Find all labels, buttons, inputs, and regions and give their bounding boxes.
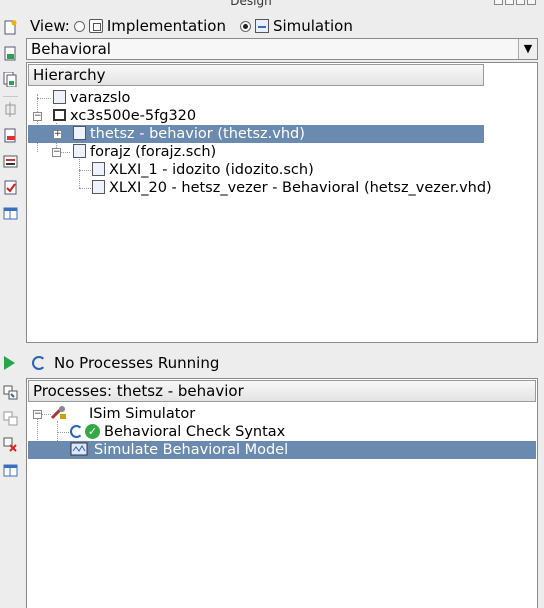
new-source-icon[interactable] xyxy=(3,20,18,35)
collapse-icon[interactable]: − xyxy=(33,410,42,419)
refresh-icon xyxy=(70,424,83,438)
process-label: Simulate Behavioral Model xyxy=(94,442,289,458)
process-label: ISim Simulator xyxy=(89,406,196,422)
add-copy-source-icon[interactable] xyxy=(3,71,18,88)
expand-icon[interactable]: + xyxy=(53,130,62,139)
tree-item-label: varazslo xyxy=(70,90,131,106)
left-toolbar xyxy=(0,10,22,608)
panel-title: Design xyxy=(230,0,272,8)
float-icon[interactable] xyxy=(516,0,525,5)
process-isim-simulator[interactable]: ISim Simulator xyxy=(50,405,196,423)
process-simulate-behavioral-model[interactable]: Simulate Behavioral Model xyxy=(28,441,536,459)
behavior-dropdown[interactable]: Behavioral ▼ xyxy=(26,38,538,60)
vhdl-file-icon xyxy=(73,126,86,140)
vhdl-file-icon xyxy=(92,180,105,194)
hierarchy-panel: Hierarchy varazslo − xc3s500e-5fg320 + t… xyxy=(26,62,538,343)
tree-item-xlxi-1[interactable]: XLXI_1 - idozito (idozito.sch) xyxy=(92,161,314,179)
behavior-dropdown-value: Behavioral xyxy=(31,40,111,58)
checklist-icon[interactable] xyxy=(3,180,18,195)
implementation-radio[interactable] xyxy=(73,20,85,32)
process-status: No Processes Running xyxy=(32,353,219,373)
tool-icon xyxy=(50,406,67,420)
tree-item-device[interactable]: xc3s500e-5fg320 xyxy=(53,107,196,125)
tree-item-label: thetsz - behavior (thetsz.vhd) xyxy=(90,126,305,142)
implementation-label[interactable]: Implementation xyxy=(107,17,226,35)
simulation-label[interactable]: Simulation xyxy=(273,17,353,35)
panel-title-buttons xyxy=(494,0,536,6)
processes-header[interactable]: Processes: thetsz - behavior xyxy=(28,380,536,402)
run-process-icon[interactable] xyxy=(3,385,18,400)
open-source-icon[interactable] xyxy=(3,102,18,117)
tree-item-label: forajz (forajz.sch) xyxy=(90,144,217,160)
minimize-icon[interactable] xyxy=(494,0,503,5)
panel-layout-icon[interactable] xyxy=(3,206,18,221)
process-label: Behavioral Check Syntax xyxy=(104,424,286,440)
collapse-icon[interactable]: − xyxy=(52,148,61,157)
check-icon: ✓ xyxy=(85,423,100,439)
chip-icon xyxy=(53,109,66,121)
schematic-icon xyxy=(92,162,105,176)
stop-process-icon[interactable] xyxy=(3,437,18,452)
play-icon[interactable] xyxy=(4,356,15,370)
tree-item-thetsz[interactable]: + thetsz - behavior (thetsz.vhd) xyxy=(28,125,484,143)
hierarchy-header[interactable]: Hierarchy xyxy=(28,64,484,86)
schematic-icon xyxy=(73,144,86,158)
process-behavioral-check-syntax[interactable]: ✓ Behavioral Check Syntax xyxy=(70,423,285,441)
implementation-icon xyxy=(88,19,103,33)
simulation-radio[interactable] xyxy=(239,20,251,32)
refresh-icon xyxy=(32,356,46,370)
remove-source-icon[interactable] xyxy=(3,128,18,143)
close-icon[interactable] xyxy=(527,0,536,5)
tree-item-xlxi-20[interactable]: XLXI_20 - hetsz_vezer - Behavioral (hets… xyxy=(92,179,492,197)
tree-item-label: xc3s500e-5fg320 xyxy=(70,108,197,124)
view-label: View: xyxy=(30,17,70,35)
isim-icon xyxy=(70,442,88,456)
tree-item-forajz[interactable]: forajz (forajz.sch) xyxy=(73,143,216,161)
simulation-icon xyxy=(254,19,269,33)
chevron-down-icon[interactable]: ▼ xyxy=(518,39,537,59)
collapse-icon[interactable]: − xyxy=(33,112,42,121)
source-file-icon xyxy=(53,90,66,104)
tree-item-label: XLXI_20 - hetsz_vezer - Behavioral (hets… xyxy=(109,180,492,196)
process-layout-icon[interactable] xyxy=(3,463,18,478)
restore-icon[interactable] xyxy=(505,0,514,5)
view-selector: View: Implementation Simulation xyxy=(30,16,353,36)
rerun-process-icon[interactable] xyxy=(3,411,18,426)
tree-item-varazslo[interactable]: varazslo xyxy=(53,89,130,107)
process-status-text: No Processes Running xyxy=(54,354,220,372)
tree-item-label: XLXI_1 - idozito (idozito.sch) xyxy=(109,162,314,178)
add-source-icon[interactable] xyxy=(3,46,18,61)
properties-icon[interactable] xyxy=(3,154,18,169)
processes-panel: Processes: thetsz - behavior − ISim Simu… xyxy=(26,378,538,608)
